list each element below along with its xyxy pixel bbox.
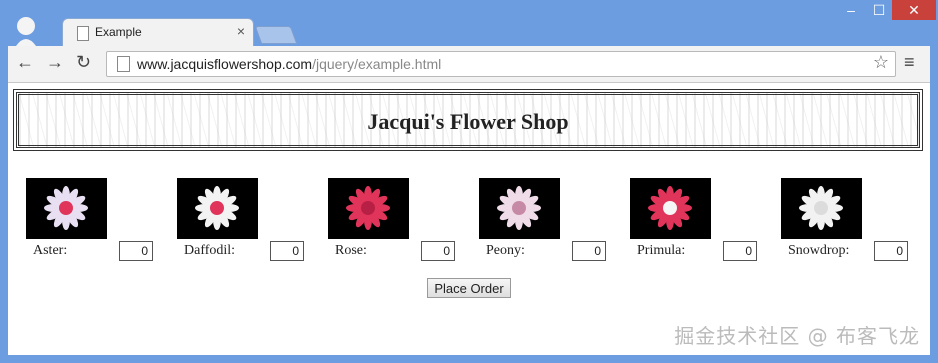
daffodil-image [177,178,258,239]
flower-label: Daffodil: [184,243,236,258]
flower-label: Rose: [335,243,367,258]
shop-banner: Jacqui's Flower Shop [13,89,923,151]
url-text[interactable]: www.jacquisflowershop.com/jquery/example… [137,56,441,72]
peony-image [479,178,560,239]
forward-arrow-icon[interactable]: → [46,52,64,73]
snowdrop-quantity-input[interactable]: 0 [874,241,908,261]
flower-item-aster: Aster: 0 [26,178,166,268]
flower-item-peony: Peony: 0 [479,178,619,268]
back-arrow-icon[interactable]: ← [16,52,34,73]
primula-image [630,178,711,239]
page-title: Jacqui's Flower Shop [367,109,569,134]
tab-title: Example [95,25,142,39]
maximize-button[interactable]: ☐ [866,0,892,20]
reload-icon[interactable]: ↻ [76,52,91,73]
flower-item-daffodil: Daffodil: 0 [177,178,317,268]
flower-label: Snowdrop: [788,243,850,258]
menu-icon[interactable]: ≡ [904,52,915,73]
bookmark-star-icon[interactable]: ☆ [873,52,889,73]
rose-image [328,178,409,239]
watermark-text: 掘金技术社区 @ 布客飞龙 [674,324,920,348]
close-window-button[interactable]: ✕ [892,0,936,20]
tab-example[interactable]: Example × [62,18,254,47]
address-bar[interactable]: www.jacquisflowershop.com/jquery/example… [106,51,896,77]
snowdrop-image [781,178,862,239]
flower-item-rose: Rose: 0 [328,178,468,268]
minimize-button[interactable]: ‒ [838,0,864,20]
user-profile-icon[interactable] [10,14,42,46]
daffodil-quantity-input[interactable]: 0 [270,241,304,261]
flower-item-primula: Primula: 0 [630,178,770,268]
flower-list: Aster: 0 Daffodil: 0 Rose: 0 Peony: 0 Pr… [26,178,916,268]
url-path: /jquery/example.html [312,56,442,72]
primula-quantity-input[interactable]: 0 [723,241,757,261]
peony-quantity-input[interactable]: 0 [572,241,606,261]
aster-quantity-input[interactable]: 0 [119,241,153,261]
aster-image [26,178,107,239]
flower-item-snowdrop: Snowdrop: 0 [781,178,921,268]
place-order-button[interactable]: Place Order [427,278,511,298]
rose-quantity-input[interactable]: 0 [421,241,455,261]
page-icon [117,56,130,72]
close-tab-icon[interactable]: × [237,23,245,39]
flower-label: Aster: [33,243,68,258]
flower-label: Primula: [637,243,686,258]
page-content: Jacqui's Flower Shop Aster: 0 Daffodil: … [8,83,930,355]
page-icon [77,26,89,41]
flower-label: Peony: [486,243,525,258]
new-tab-button[interactable] [254,26,298,44]
url-host: www.jacquisflowershop.com [137,56,313,72]
title-bar: Example × ‒ ☐ ✕ [0,0,938,47]
browser-toolbar: ← → ↻ www.jacquisflowershop.com/jquery/e… [8,46,930,83]
